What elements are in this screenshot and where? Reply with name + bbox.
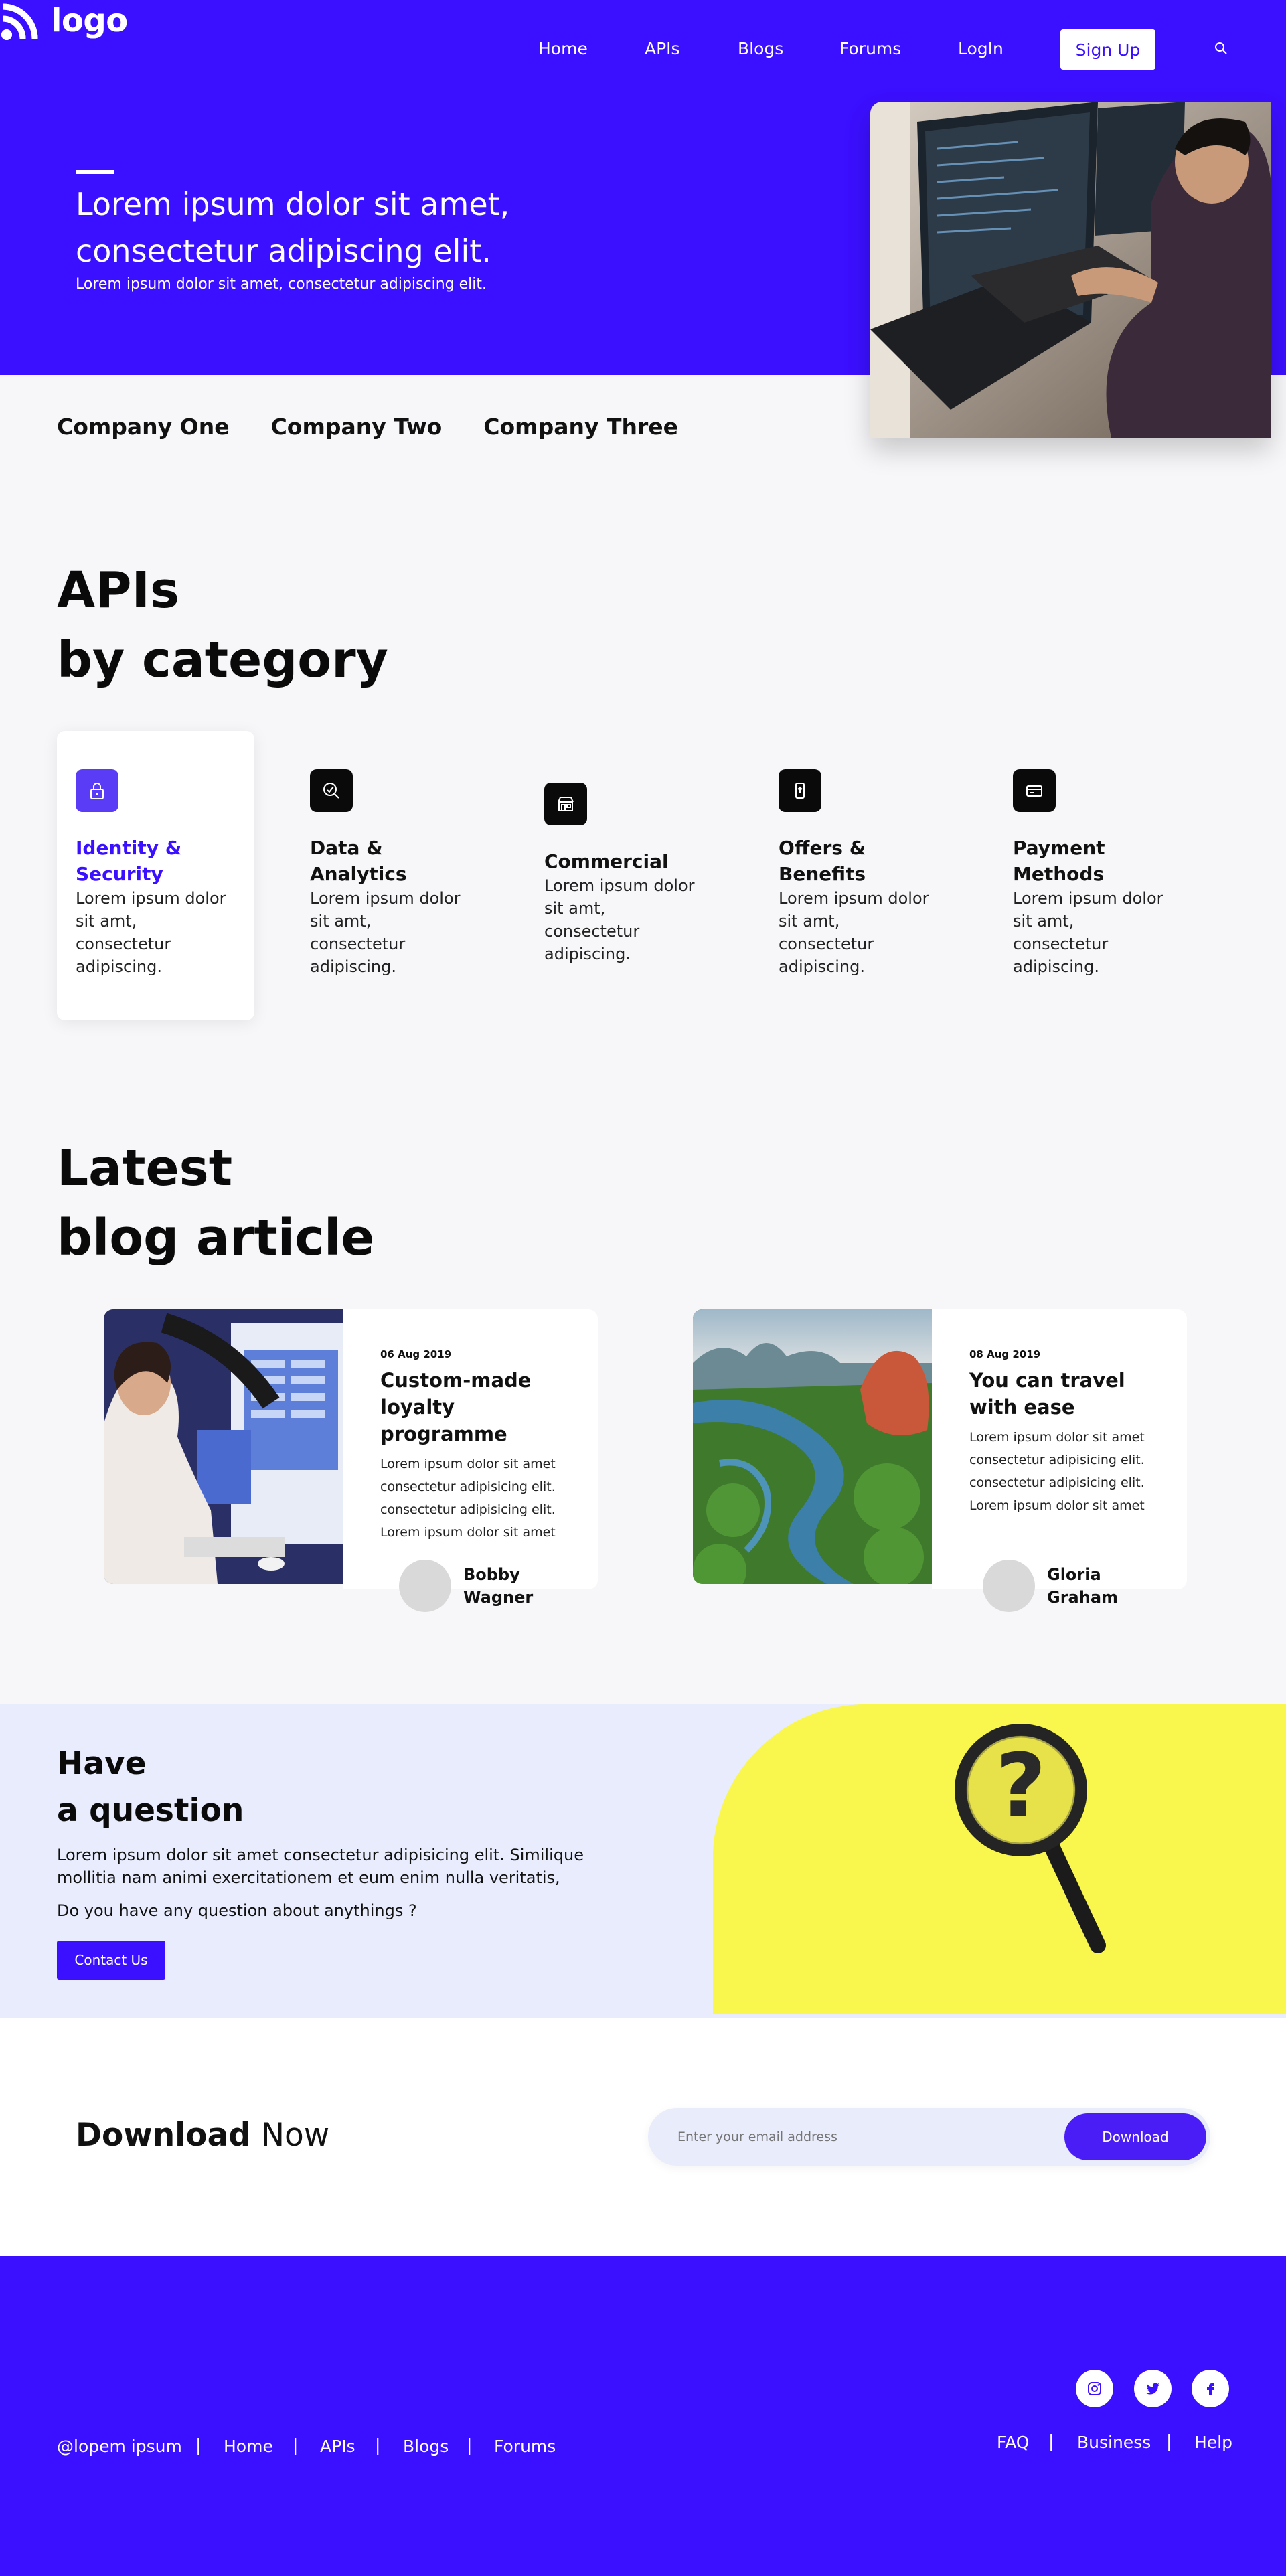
category-desc: Lorem ipsum dolor sit amt, consectetur a… bbox=[1013, 889, 1163, 976]
category-card-data[interactable]: Data & Analytics Lorem ipsum dolor sit a… bbox=[291, 731, 489, 1020]
company-three: Company Three bbox=[483, 414, 678, 440]
footer-separator: | bbox=[1048, 2431, 1054, 2451]
author-name: Gloria Graham bbox=[1047, 1565, 1119, 1607]
question-prompt: Do you have any question about anythings… bbox=[57, 1901, 417, 1920]
avatar bbox=[983, 1560, 1035, 1612]
footer-link-blogs[interactable]: Blogs bbox=[403, 2437, 449, 2456]
facebook-icon[interactable] bbox=[1192, 2370, 1229, 2407]
hero-accent-dash bbox=[76, 170, 114, 174]
blog-body: 08 Aug 2019 You can travel with ease Lor… bbox=[932, 1309, 1187, 1589]
category-title: Data & Analytics bbox=[310, 837, 407, 885]
question-title: Have a question bbox=[57, 1745, 244, 1829]
category-card-commercial[interactable]: Commercial Lorem ipsum dolor sit amt, co… bbox=[526, 731, 723, 1020]
category-title: Commercial bbox=[544, 850, 669, 872]
blog-image-river bbox=[693, 1309, 932, 1584]
email-input[interactable] bbox=[677, 2108, 1026, 2166]
instagram-icon[interactable] bbox=[1076, 2370, 1113, 2407]
category-title: Offers & Benefits bbox=[779, 837, 866, 885]
logo-icon bbox=[0, 0, 42, 42]
svg-text:?: ? bbox=[995, 1735, 1046, 1836]
nav-home[interactable]: Home bbox=[538, 39, 588, 58]
category-title: Identity & Security bbox=[76, 837, 182, 885]
footer-link-faq[interactable]: FAQ bbox=[997, 2433, 1029, 2452]
store-icon bbox=[544, 783, 587, 825]
blog-card-loyalty[interactable]: 06 Aug 2019 Custom-made loyalty programm… bbox=[104, 1309, 598, 1589]
blog-date: 06 Aug 2019 bbox=[380, 1348, 452, 1360]
logo-text: logo bbox=[51, 2, 128, 39]
blog-excerpt: Lorem ipsum dolor sit amet consectetur a… bbox=[969, 1430, 1145, 1513]
blog-date: 08 Aug 2019 bbox=[969, 1348, 1041, 1360]
question-image-magnifier: ? bbox=[713, 1704, 1286, 2014]
search-icon[interactable] bbox=[1213, 40, 1229, 56]
footer-separator: | bbox=[293, 2435, 299, 2455]
nav-login[interactable]: LogIn bbox=[958, 39, 1003, 58]
nav-forums[interactable]: Forums bbox=[839, 39, 901, 58]
category-desc: Lorem ipsum dolor sit amt, consectetur a… bbox=[544, 876, 695, 963]
card-icon bbox=[1013, 769, 1056, 812]
footer-separator: | bbox=[195, 2435, 202, 2455]
footer-separator: | bbox=[467, 2435, 473, 2455]
category-card-offers[interactable]: Offers & Benefits Lorem ipsum dolor sit … bbox=[760, 731, 957, 1020]
blog-author-gloria: Gloria Graham bbox=[983, 1560, 1121, 1612]
hero-title: Lorem ipsum dolor sit amet, consectetur … bbox=[76, 186, 510, 269]
apis-heading: APIs by category bbox=[57, 562, 388, 689]
author-name: Bobby Wagner bbox=[463, 1565, 534, 1607]
footer-separator: | bbox=[1166, 2431, 1172, 2451]
blog-card-travel[interactable]: 08 Aug 2019 You can travel with ease Lor… bbox=[693, 1309, 1187, 1589]
footer-link-home[interactable]: Home bbox=[224, 2437, 273, 2456]
download-form: Download bbox=[648, 2108, 1210, 2166]
category-desc: Lorem ipsum dolor sit amt, consectetur a… bbox=[76, 889, 226, 976]
phone-offer-icon bbox=[779, 769, 821, 812]
hero-image-developer bbox=[870, 102, 1271, 438]
lock-icon bbox=[76, 769, 118, 812]
download-title: Download Now bbox=[76, 2117, 330, 2154]
blog-excerpt: Lorem ipsum dolor sit amet consectetur a… bbox=[380, 1457, 556, 1540]
category-card-payment[interactable]: Payment Methods Lorem ipsum dolor sit am… bbox=[994, 731, 1192, 1020]
blog-author-bobby: Bobby Wagner bbox=[399, 1560, 537, 1612]
footer bbox=[0, 2256, 1286, 2576]
blog-heading: Latest blog article bbox=[57, 1139, 375, 1267]
hero-subtitle: Lorem ipsum dolor sit amet, consectetur … bbox=[76, 276, 487, 293]
question-text: Lorem ipsum dolor sit amet consectetur a… bbox=[57, 1846, 584, 1887]
blog-title[interactable]: You can travel with ease bbox=[969, 1367, 1130, 1421]
blog-title[interactable]: Custom-made loyalty programme bbox=[380, 1367, 578, 1447]
avatar bbox=[399, 1560, 451, 1612]
nav-blogs[interactable]: Blogs bbox=[738, 39, 783, 58]
contact-us-button[interactable]: Contact Us bbox=[57, 1941, 165, 1980]
category-title: Payment Methods bbox=[1013, 837, 1105, 885]
company-one: Company One bbox=[57, 414, 230, 440]
footer-separator: | bbox=[375, 2435, 381, 2455]
footer-link-forums[interactable]: Forums bbox=[494, 2437, 556, 2456]
nav-apis[interactable]: APIs bbox=[645, 39, 680, 58]
blog-body: 06 Aug 2019 Custom-made loyalty programm… bbox=[343, 1309, 598, 1589]
footer-link-business[interactable]: Business bbox=[1077, 2433, 1151, 2452]
category-card-identity[interactable]: Identity & Security Lorem ipsum dolor si… bbox=[57, 731, 254, 1020]
footer-link-help[interactable]: Help bbox=[1194, 2433, 1232, 2452]
download-button[interactable]: Download bbox=[1064, 2113, 1206, 2160]
category-desc: Lorem ipsum dolor sit amt, consectetur a… bbox=[779, 889, 929, 976]
company-two: Company Two bbox=[270, 414, 443, 440]
company-logos: Company One Company Two Company Three bbox=[57, 414, 678, 440]
twitter-icon[interactable] bbox=[1134, 2370, 1172, 2407]
analytics-icon bbox=[310, 769, 353, 812]
category-desc: Lorem ipsum dolor sit amt, consectetur a… bbox=[310, 889, 461, 976]
signup-button[interactable]: Sign Up bbox=[1060, 29, 1155, 70]
footer-link-apis[interactable]: APIs bbox=[320, 2437, 355, 2456]
footer-handle: @lopem ipsum bbox=[57, 2437, 182, 2456]
footer-logo[interactable]: logo bbox=[0, 0, 128, 42]
blog-image-office bbox=[104, 1309, 343, 1584]
